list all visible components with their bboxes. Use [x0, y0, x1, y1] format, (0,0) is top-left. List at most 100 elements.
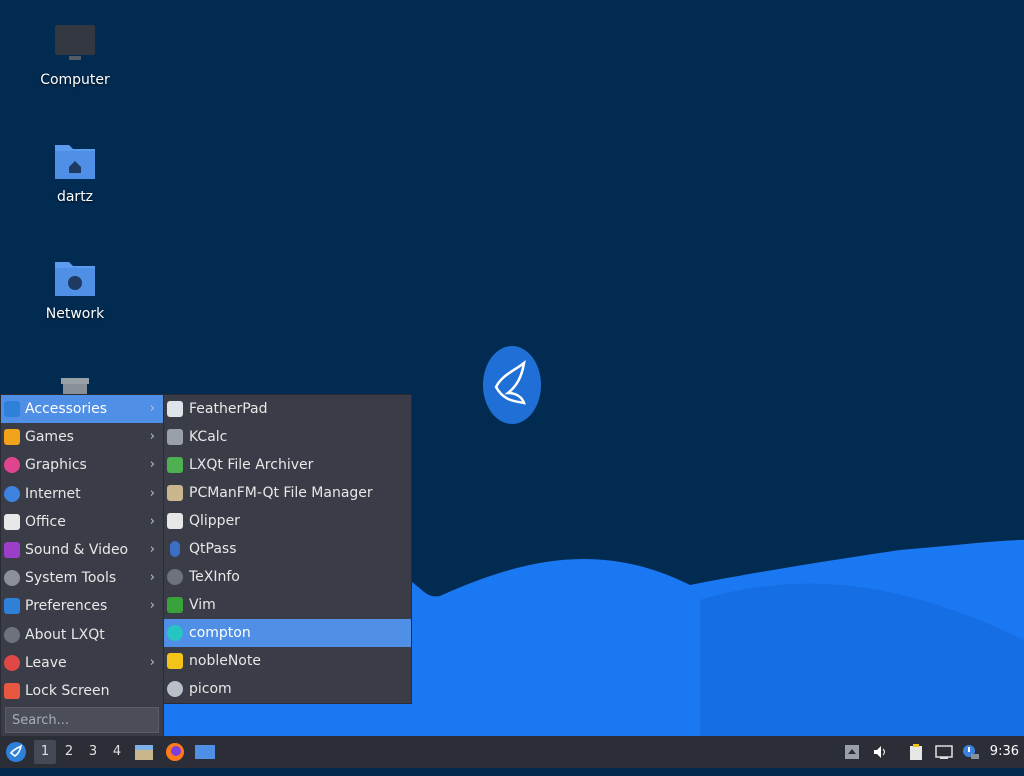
- network-folder-icon: [53, 256, 97, 300]
- menu-search-input[interactable]: [5, 707, 159, 733]
- menu-item-leave[interactable]: Leave ›: [1, 649, 163, 677]
- submenu-item-kcalc[interactable]: KCalc: [164, 423, 411, 451]
- calculator-icon: [167, 429, 183, 445]
- desktop-icon-label: dartz: [56, 189, 94, 205]
- chevron-right-icon: ›: [149, 598, 155, 614]
- workspace-3-button[interactable]: 3: [82, 736, 104, 768]
- submenu-item-label: FeatherPad: [189, 401, 268, 417]
- menu-item-label: Graphics: [25, 457, 87, 474]
- submenu-item-vim[interactable]: Vim: [164, 591, 411, 619]
- menu-item-label: Leave: [25, 654, 67, 671]
- gear-icon: [167, 681, 183, 697]
- menu-item-label: Sound & Video: [25, 541, 129, 558]
- power-icon: [4, 654, 20, 671]
- firefox-icon: [166, 743, 184, 761]
- submenu-item-label: nobleNote: [189, 653, 261, 669]
- submenu-item-label: QtPass: [189, 541, 237, 557]
- computer-icon: [53, 22, 97, 66]
- chevron-right-icon: ›: [149, 513, 155, 529]
- menu-item-games[interactable]: Games ›: [1, 423, 163, 451]
- submenu-item-label: PCManFM-Qt File Manager: [189, 485, 373, 501]
- network-wired-icon[interactable]: [935, 744, 953, 760]
- show-desktop-icon: [195, 745, 215, 759]
- firefox-launcher[interactable]: [164, 736, 186, 768]
- menu-item-label: About LXQt: [25, 626, 105, 643]
- file-manager-launcher[interactable]: [133, 736, 155, 768]
- graphics-icon: [4, 457, 20, 474]
- lubuntu-logo: [482, 345, 542, 425]
- volume-icon[interactable]: [872, 744, 888, 760]
- menu-item-about-lxqt[interactable]: About LXQt: [1, 621, 163, 649]
- workspace-4-button[interactable]: 4: [106, 736, 128, 768]
- chevron-right-icon: ›: [149, 429, 155, 445]
- internet-icon: [4, 485, 20, 502]
- system-tools-icon: [4, 570, 20, 587]
- lock-icon: [4, 682, 20, 699]
- accessories-submenu: FeatherPad KCalc LXQt File Archiver PCMa…: [163, 394, 412, 704]
- menu-item-system-tools[interactable]: System Tools ›: [1, 564, 163, 592]
- main-menu-button[interactable]: [4, 736, 28, 768]
- sound-video-icon: [4, 541, 20, 558]
- submenu-item-pcmanfm-qt[interactable]: PCManFM-Qt File Manager: [164, 479, 411, 507]
- archiver-icon: [167, 457, 183, 473]
- home-folder-icon: [53, 139, 97, 183]
- lubuntu-menu-icon: [6, 742, 26, 762]
- taskbar: 1 2 3 4 9:36: [0, 736, 1024, 768]
- preferences-icon: [4, 598, 20, 615]
- menu-item-label: Accessories: [25, 401, 108, 417]
- submenu-item-compton[interactable]: compton: [164, 619, 411, 647]
- clipboard-icon: [167, 513, 183, 529]
- submenu-item-label: KCalc: [189, 429, 228, 445]
- menu-item-label: Games: [25, 429, 74, 446]
- chevron-right-icon: ›: [149, 654, 155, 670]
- network-desktop-icon[interactable]: Network: [30, 256, 120, 322]
- submenu-item-label: Vim: [189, 597, 216, 613]
- show-desktop-button[interactable]: [193, 736, 217, 768]
- featherpad-icon: [167, 401, 183, 417]
- accessories-icon: [4, 401, 20, 417]
- chevron-right-icon: ›: [149, 457, 155, 473]
- menu-item-label: Internet: [25, 485, 81, 502]
- desktop-icon-label: Network: [45, 306, 105, 322]
- submenu-item-file-archiver[interactable]: LXQt File Archiver: [164, 451, 411, 479]
- submenu-item-label: LXQt File Archiver: [189, 457, 314, 473]
- menu-item-graphics[interactable]: Graphics ›: [1, 451, 163, 479]
- menu-item-lock-screen[interactable]: Lock Screen: [1, 677, 163, 705]
- clock[interactable]: 9:36: [990, 736, 1019, 768]
- key-icon: [170, 541, 180, 557]
- submenu-item-label: Qlipper: [189, 513, 240, 529]
- menu-item-label: Office: [25, 513, 66, 530]
- menu-item-office[interactable]: Office ›: [1, 508, 163, 536]
- info-icon: [4, 626, 20, 643]
- home-folder-desktop-icon[interactable]: dartz: [30, 139, 120, 205]
- submenu-item-noblenote[interactable]: nobleNote: [164, 647, 411, 675]
- file-manager-icon: [135, 745, 153, 760]
- info-icon: [167, 569, 183, 585]
- menu-item-label: Lock Screen: [25, 682, 110, 699]
- submenu-item-featherpad[interactable]: FeatherPad: [164, 395, 411, 423]
- workspace-1-button[interactable]: 1: [34, 740, 56, 764]
- submenu-item-picom[interactable]: picom: [164, 675, 411, 703]
- menu-item-label: System Tools: [25, 570, 117, 587]
- menu-item-sound-video[interactable]: Sound & Video ›: [1, 536, 163, 564]
- menu-item-accessories[interactable]: Accessories ›: [1, 395, 163, 424]
- file-manager-icon: [167, 485, 183, 501]
- menu-item-label: Preferences: [25, 598, 108, 615]
- office-icon: [4, 513, 20, 530]
- workspace-2-button[interactable]: 2: [58, 736, 80, 768]
- desktop-icon-label: Computer: [40, 72, 110, 88]
- eject-icon[interactable]: [844, 744, 860, 760]
- menu-item-internet[interactable]: Internet ›: [1, 480, 163, 508]
- clipboard-icon[interactable]: [908, 744, 924, 760]
- compton-icon: [167, 625, 183, 641]
- chevron-right-icon: ›: [149, 485, 155, 501]
- update-notifier-icon[interactable]: [962, 744, 979, 760]
- application-menu: Accessories › Games › Graphics › Internet › …: [0, 394, 164, 738]
- menu-item-preferences[interactable]: Preferences ›: [1, 592, 163, 620]
- computer-desktop-icon[interactable]: Computer: [30, 22, 120, 88]
- vim-icon: [167, 597, 183, 613]
- submenu-item-texinfo[interactable]: TeXInfo: [164, 563, 411, 591]
- submenu-item-qlipper[interactable]: Qlipper: [164, 507, 411, 535]
- submenu-item-qtpass[interactable]: QtPass: [164, 535, 411, 563]
- games-icon: [4, 429, 20, 446]
